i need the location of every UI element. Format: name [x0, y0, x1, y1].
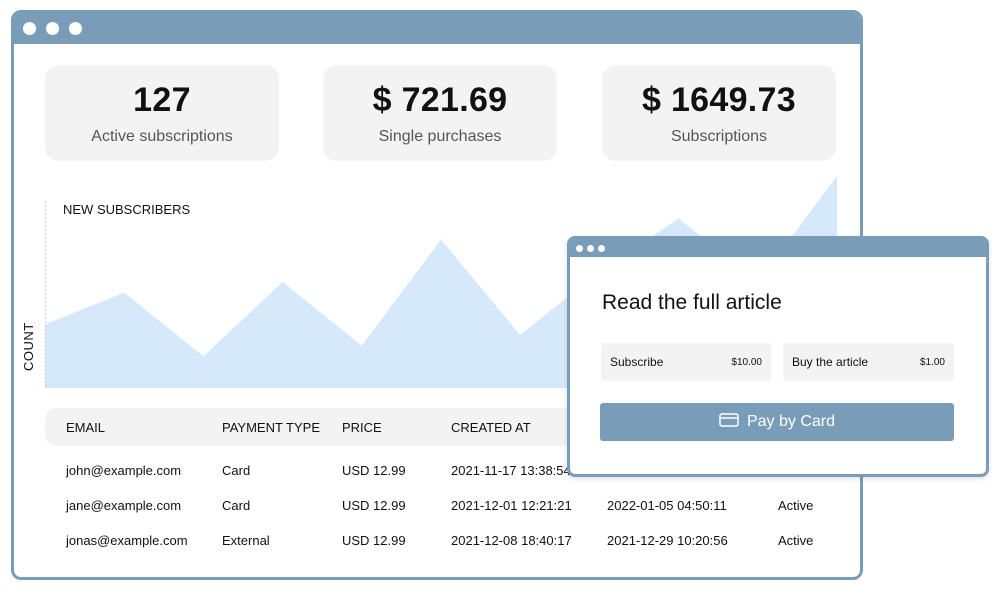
- cell-payment-type: Card: [222, 498, 251, 513]
- pay-by-card-button[interactable]: Pay by Card: [600, 403, 954, 441]
- buy-article-option[interactable]: Buy the article $1.00: [783, 343, 954, 381]
- stat-label: Subscriptions: [670, 127, 768, 145]
- cell-email: jane@example.com: [66, 498, 182, 513]
- option-label: Subscribe: [610, 355, 664, 369]
- cell-status: Active: [778, 498, 814, 513]
- option-label: Buy the article: [792, 355, 869, 369]
- chart-point: [519, 334, 521, 336]
- pay-button-label: Pay by Card: [746, 413, 836, 430]
- stat-label: Single purchases: [378, 127, 502, 145]
- popup-maximize-dot[interactable]: [598, 244, 605, 252]
- subscribe-option[interactable]: Subscribe $10.00: [601, 343, 771, 381]
- window-minimize-dot[interactable]: [46, 22, 59, 35]
- chart-point: [202, 355, 204, 357]
- chart-point: [440, 239, 442, 241]
- window-close-dot[interactable]: [23, 22, 36, 35]
- column-header-email: EMAIL: [66, 420, 106, 435]
- chart-point: [836, 176, 837, 177]
- column-header-price: PRICE: [342, 420, 382, 435]
- chart-point: [678, 217, 680, 219]
- paywall-popup-window: Read the full article Subscribe $10.00 B…: [567, 236, 989, 477]
- window-maximize-dot[interactable]: [69, 22, 82, 35]
- window-titlebar: [14, 13, 860, 44]
- popup-titlebar: [570, 239, 986, 257]
- chart-point: [361, 345, 363, 347]
- stat-value: 127: [133, 80, 191, 119]
- stat-value: $ 1649.73: [642, 80, 796, 119]
- cell-payment-type: External: [222, 533, 270, 548]
- chart-title: NEW SUBSCRIBERS: [63, 202, 191, 217]
- popup-title: Read the full article: [602, 291, 782, 314]
- cell-payment-type: Card: [222, 463, 251, 478]
- stat-value: $ 721.69: [372, 80, 508, 119]
- chart-y-axis-label: COUNT: [21, 322, 36, 371]
- cell-date: 2021-12-29 10:20:56: [607, 533, 728, 548]
- stat-card-subscriptions: $ 1649.73 Subscriptions: [602, 65, 836, 161]
- stat-card-single-purchases: $ 721.69 Single purchases: [323, 65, 557, 161]
- cell-price: USD 12.99: [342, 533, 406, 548]
- cell-date: 2022-01-05 04:50:11: [607, 498, 727, 513]
- chart-point: [282, 281, 284, 283]
- popup-close-dot[interactable]: [576, 244, 583, 252]
- stat-label: Active subscriptions: [91, 127, 233, 145]
- cell-created-at: 2021-12-08 18:40:17: [451, 533, 572, 548]
- column-header-payment-type: PAYMENT TYPE: [222, 420, 321, 435]
- option-price: $1.00: [919, 356, 945, 368]
- credit-card-icon: [719, 412, 739, 432]
- chart-point: [123, 292, 125, 294]
- cell-email: jonas@example.com: [66, 533, 188, 548]
- option-price: $10.00: [731, 356, 762, 368]
- cell-price: USD 12.99: [342, 498, 406, 513]
- cell-created-at: 2021-11-17 13:38:54: [451, 463, 571, 478]
- column-header-created-at: CREATED AT: [451, 420, 531, 435]
- cell-price: USD 12.99: [342, 463, 406, 478]
- popup-minimize-dot[interactable]: [587, 244, 594, 252]
- cell-email: john@example.com: [66, 463, 182, 478]
- stat-card-active-subscriptions: 127 Active subscriptions: [45, 65, 279, 161]
- cell-status: Active: [778, 533, 814, 548]
- cell-created-at: 2021-12-01 12:21:21: [451, 498, 572, 513]
